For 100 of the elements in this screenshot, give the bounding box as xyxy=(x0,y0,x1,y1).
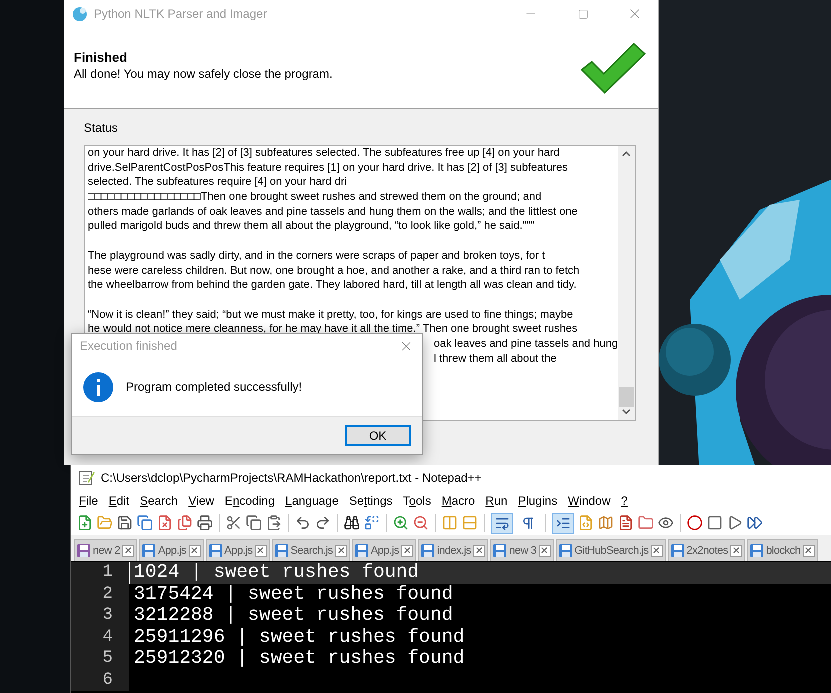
scroll-thumb[interactable] xyxy=(619,387,634,407)
checkmark-icon xyxy=(580,42,646,94)
tab-label: Search.js xyxy=(290,544,333,556)
menu-item[interactable]: File xyxy=(75,494,105,508)
status-line: oak leaves and pine tassels and hung xyxy=(434,336,618,352)
status-line: on your hard drive. It has [2] of [3] subfeatures selected. The subfeatures free up [4] on your hard xyxy=(88,146,560,161)
redo-icon[interactable] xyxy=(315,515,331,531)
paste-icon[interactable] xyxy=(266,515,282,531)
tab-label: new 3 xyxy=(509,544,537,556)
word-wrap-icon xyxy=(494,516,510,530)
status-line: he would not notice mere cleanness, for he may have it all the time.” Then one brought sweet rushes xyxy=(88,322,578,337)
fast-forward-icon[interactable] xyxy=(747,515,763,531)
tab-label: 2x2notes xyxy=(686,544,728,556)
menu-item[interactable]: Plugins xyxy=(514,494,564,508)
eye-icon[interactable] xyxy=(658,515,674,531)
menu-item[interactable]: ? xyxy=(617,494,634,508)
tab-close-icon[interactable] xyxy=(538,544,551,556)
tab-label: new 2 xyxy=(93,544,120,556)
map-icon[interactable] xyxy=(598,515,614,531)
file-tab[interactable]: App.js xyxy=(206,539,270,561)
status-line: The playground was sadly dirty, and in the corners were scraps of paper and broken toys, for t xyxy=(88,248,546,264)
line-number: 6 xyxy=(71,670,129,691)
menu-item[interactable]: Search xyxy=(136,494,185,508)
tab-label: App.js xyxy=(371,544,400,556)
menu-item[interactable]: Macro xyxy=(438,494,482,508)
line-number: 5 xyxy=(71,648,129,670)
status-line: drive.SelParentCostPosPosThis feature requires [1] on your hard drive. It has [2] of [3] subfeatures xyxy=(88,160,568,176)
stop-icon[interactable] xyxy=(707,515,723,531)
code-line: 3212288 | sweet rushes found xyxy=(133,605,454,626)
tab-close-icon[interactable] xyxy=(802,544,815,556)
status-line: pulled marigold buds and threw them all about the playground, “to look like gold,” he said.""" xyxy=(88,219,534,234)
file-tab[interactable]: blockch xyxy=(747,539,818,561)
status-line: “Now it is clean!” they said; “but we must make it pretty, too, for kings are used to fine things; maybe xyxy=(88,308,574,322)
copy-icon[interactable] xyxy=(246,515,262,531)
code-line: 25912320 | sweet rushes found xyxy=(133,648,465,670)
new-file-icon[interactable] xyxy=(77,515,93,531)
word-wrap-button[interactable] xyxy=(491,512,513,534)
status-line: selected. The subfeatures require [4] on your hard dri xyxy=(88,175,348,190)
menu-item[interactable]: View xyxy=(184,494,221,508)
find-icon[interactable] xyxy=(344,515,360,531)
ok-button[interactable]: OK xyxy=(345,425,411,446)
file-tab[interactable]: App.js xyxy=(352,539,416,561)
save-icon[interactable] xyxy=(117,515,133,531)
menu-item[interactable]: Encoding xyxy=(220,494,282,508)
indent-guide-button[interactable] xyxy=(552,512,574,534)
scroll-up-icon[interactable] xyxy=(622,151,631,157)
line-number: 2 xyxy=(71,584,129,605)
line-number: 1 xyxy=(71,562,129,584)
file-tab[interactable]: new 2 xyxy=(74,539,138,561)
record-icon[interactable] xyxy=(687,515,703,531)
print-icon[interactable] xyxy=(197,515,213,531)
tab-close-icon[interactable] xyxy=(473,544,486,556)
file-tab[interactable]: 2x2notes xyxy=(668,539,746,561)
info-icon xyxy=(83,372,114,402)
file-tab[interactable]: App.js xyxy=(139,539,204,561)
menu-item[interactable]: Settings xyxy=(345,494,400,508)
status-label: Status xyxy=(84,121,118,135)
replace-icon[interactable] xyxy=(364,515,380,531)
dialog-title: Execution finished xyxy=(80,339,178,353)
tab-close-icon[interactable] xyxy=(335,544,347,556)
page-subheading: All done! You may now safely close the program. xyxy=(74,66,334,80)
tab-label: App.js xyxy=(224,544,253,556)
editor[interactable]: 1 1024 | sweet rushes found 2 3175424 | sweet rushes found 3 3212288 | sweet rushes found 4 25911296 | sweet rushes found 5 25912320 | sweet rushes found 6 xyxy=(71,561,831,693)
window-title: C:\Users\dclop\PycharmProjects\RAMHackathon\report.txt - Notepad++ xyxy=(101,471,482,485)
cut-icon[interactable] xyxy=(226,515,242,531)
status-line: hese were careless children. But now, one brought a hoe, and another a rake, and a third ran to fetch xyxy=(88,264,580,278)
window-title: Python NLTK Parser and Imager xyxy=(94,7,268,21)
menu-item[interactable]: Run xyxy=(482,494,514,508)
tab-label: blockch xyxy=(766,544,801,556)
status-line: □□□□□□□□□□□□□□□□□Then one brought sweet rushes and strewed them on the ground; and xyxy=(88,190,542,205)
menu-item[interactable]: Edit xyxy=(104,494,136,508)
file-tab[interactable]: GitHubSearch.js xyxy=(556,539,666,561)
menu-item[interactable]: Language xyxy=(282,494,346,508)
notepad-icon xyxy=(79,470,95,486)
tab-close-icon[interactable] xyxy=(188,544,201,556)
status-line: l threw them all about the xyxy=(434,352,557,366)
status-line: others made garlands of oak leaves and pine tassels and hung them on the walls; and the littlest one xyxy=(88,204,578,220)
code-line: 3175424 | sweet rushes found xyxy=(133,584,454,605)
folder-icon[interactable] xyxy=(638,515,654,531)
scrollbar[interactable] xyxy=(618,146,635,420)
tab-close-icon[interactable] xyxy=(730,544,742,556)
app-icon xyxy=(72,6,88,22)
page-heading: Finished xyxy=(74,50,128,64)
file-tab[interactable]: index.js xyxy=(418,539,488,561)
file-tab[interactable]: new 3 xyxy=(490,539,554,561)
zoom-in-icon[interactable] xyxy=(393,515,409,531)
tab-close-icon[interactable] xyxy=(254,544,267,556)
close-file-icon[interactable] xyxy=(157,515,173,531)
show-symbols-icon xyxy=(520,516,536,530)
scroll-down-icon[interactable] xyxy=(622,409,631,415)
zoom-out-icon[interactable] xyxy=(413,515,429,531)
undo-icon[interactable] xyxy=(295,515,311,531)
tab-close-icon[interactable] xyxy=(401,544,414,556)
play-icon[interactable] xyxy=(727,515,743,531)
file-tab[interactable]: Search.js xyxy=(272,539,350,561)
tab-close-icon[interactable] xyxy=(122,544,134,556)
document-icon[interactable] xyxy=(618,515,634,531)
menu-item[interactable]: Tools xyxy=(399,494,438,508)
menu-item[interactable]: Window xyxy=(564,494,618,508)
tab-close-icon[interactable] xyxy=(650,544,663,556)
